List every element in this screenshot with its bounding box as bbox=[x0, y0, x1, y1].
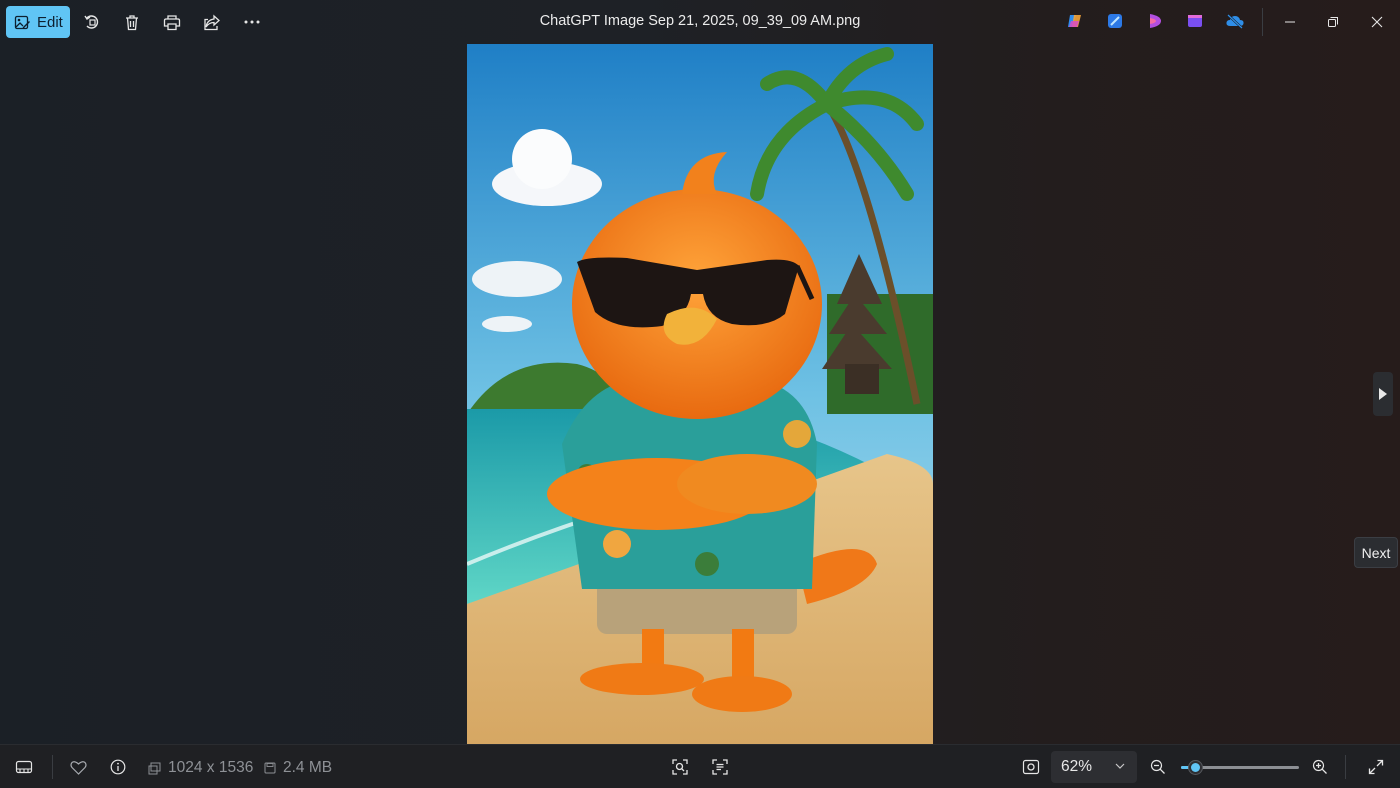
copilot-button[interactable] bbox=[1064, 10, 1086, 32]
zoom-out-icon bbox=[1150, 759, 1165, 774]
print-button[interactable] bbox=[158, 8, 186, 36]
designer-button[interactable] bbox=[1104, 10, 1126, 32]
zoom-level-dropdown[interactable]: 62% bbox=[1051, 751, 1137, 783]
zoom-slider[interactable] bbox=[1181, 760, 1299, 775]
share-icon bbox=[204, 14, 220, 30]
delete-button[interactable] bbox=[118, 8, 146, 36]
play-right-icon bbox=[1379, 388, 1387, 400]
zoom-slider-thumb[interactable] bbox=[1187, 760, 1203, 775]
clipchamp-icon bbox=[1150, 14, 1161, 28]
zoom-in-button[interactable] bbox=[1308, 755, 1332, 779]
dimensions-text: 1024 x 1536 bbox=[168, 759, 254, 776]
resolution-icon bbox=[148, 762, 161, 774]
copilot-icon bbox=[1068, 15, 1081, 27]
heart-icon bbox=[69, 760, 87, 775]
rotate-button[interactable] bbox=[78, 8, 106, 36]
onedrive-button[interactable] bbox=[1224, 10, 1246, 32]
restore-icon bbox=[1328, 17, 1338, 27]
fullscreen-button[interactable] bbox=[1364, 755, 1388, 779]
edit-button-label: Edit bbox=[37, 13, 63, 31]
zoom-level-value: 62% bbox=[1061, 758, 1093, 775]
filmstrip-button[interactable] bbox=[12, 755, 36, 779]
delete-icon bbox=[126, 14, 138, 30]
save-disk-icon bbox=[264, 762, 276, 774]
fit-to-window-button[interactable] bbox=[1019, 755, 1043, 779]
next-button[interactable] bbox=[1373, 372, 1393, 416]
bottom-bar: 1024 x 1536 2.4 MB 62% bbox=[0, 744, 1400, 788]
close-icon bbox=[1371, 16, 1383, 28]
favorite-button[interactable] bbox=[66, 755, 90, 779]
filmstrip-icon bbox=[15, 760, 33, 774]
restore-button[interactable] bbox=[1316, 6, 1350, 38]
zoom-in-icon bbox=[1312, 759, 1327, 774]
visual-search-button[interactable] bbox=[668, 755, 692, 779]
scan-icon bbox=[672, 759, 688, 775]
info-icon bbox=[110, 759, 126, 775]
chevron-down-icon bbox=[1115, 763, 1125, 769]
close-button[interactable] bbox=[1360, 6, 1394, 38]
photo-canvas[interactable] bbox=[467, 44, 933, 744]
onedrive-icon bbox=[1226, 14, 1244, 29]
title-separator bbox=[1262, 8, 1263, 36]
movie-icon bbox=[1188, 15, 1202, 27]
bottom-separator bbox=[52, 755, 53, 779]
photo-image bbox=[467, 44, 933, 744]
file-size-text: 2.4 MB bbox=[283, 759, 333, 776]
info-button[interactable] bbox=[106, 755, 130, 779]
expand-icon bbox=[1368, 759, 1384, 775]
edit-button[interactable]: Edit bbox=[6, 6, 70, 38]
file-size: 2.4 MB bbox=[264, 759, 332, 777]
video-editor-button[interactable] bbox=[1184, 10, 1206, 32]
edit-image-icon bbox=[14, 15, 30, 29]
zoom-out-button[interactable] bbox=[1146, 755, 1170, 779]
image-dimensions: 1024 x 1536 bbox=[148, 759, 253, 777]
more-options-button[interactable] bbox=[238, 8, 266, 36]
next-tooltip: Next bbox=[1354, 537, 1398, 568]
clipchamp-button[interactable] bbox=[1144, 10, 1166, 32]
fit-screen-icon bbox=[1022, 759, 1040, 775]
minimize-icon bbox=[1285, 21, 1295, 23]
print-icon bbox=[163, 14, 181, 30]
top-bar: Edit ChatGPT Image Sep 21, 2025, 09_39_0… bbox=[0, 0, 1400, 44]
text-scan-icon bbox=[712, 759, 728, 775]
rotate-icon bbox=[84, 15, 99, 29]
minimize-button[interactable] bbox=[1273, 6, 1307, 38]
designer-icon bbox=[1108, 14, 1122, 28]
share-button[interactable] bbox=[198, 8, 226, 36]
text-scan-button[interactable] bbox=[708, 755, 732, 779]
more-icon bbox=[244, 20, 260, 24]
bottom-right-separator bbox=[1345, 755, 1346, 779]
